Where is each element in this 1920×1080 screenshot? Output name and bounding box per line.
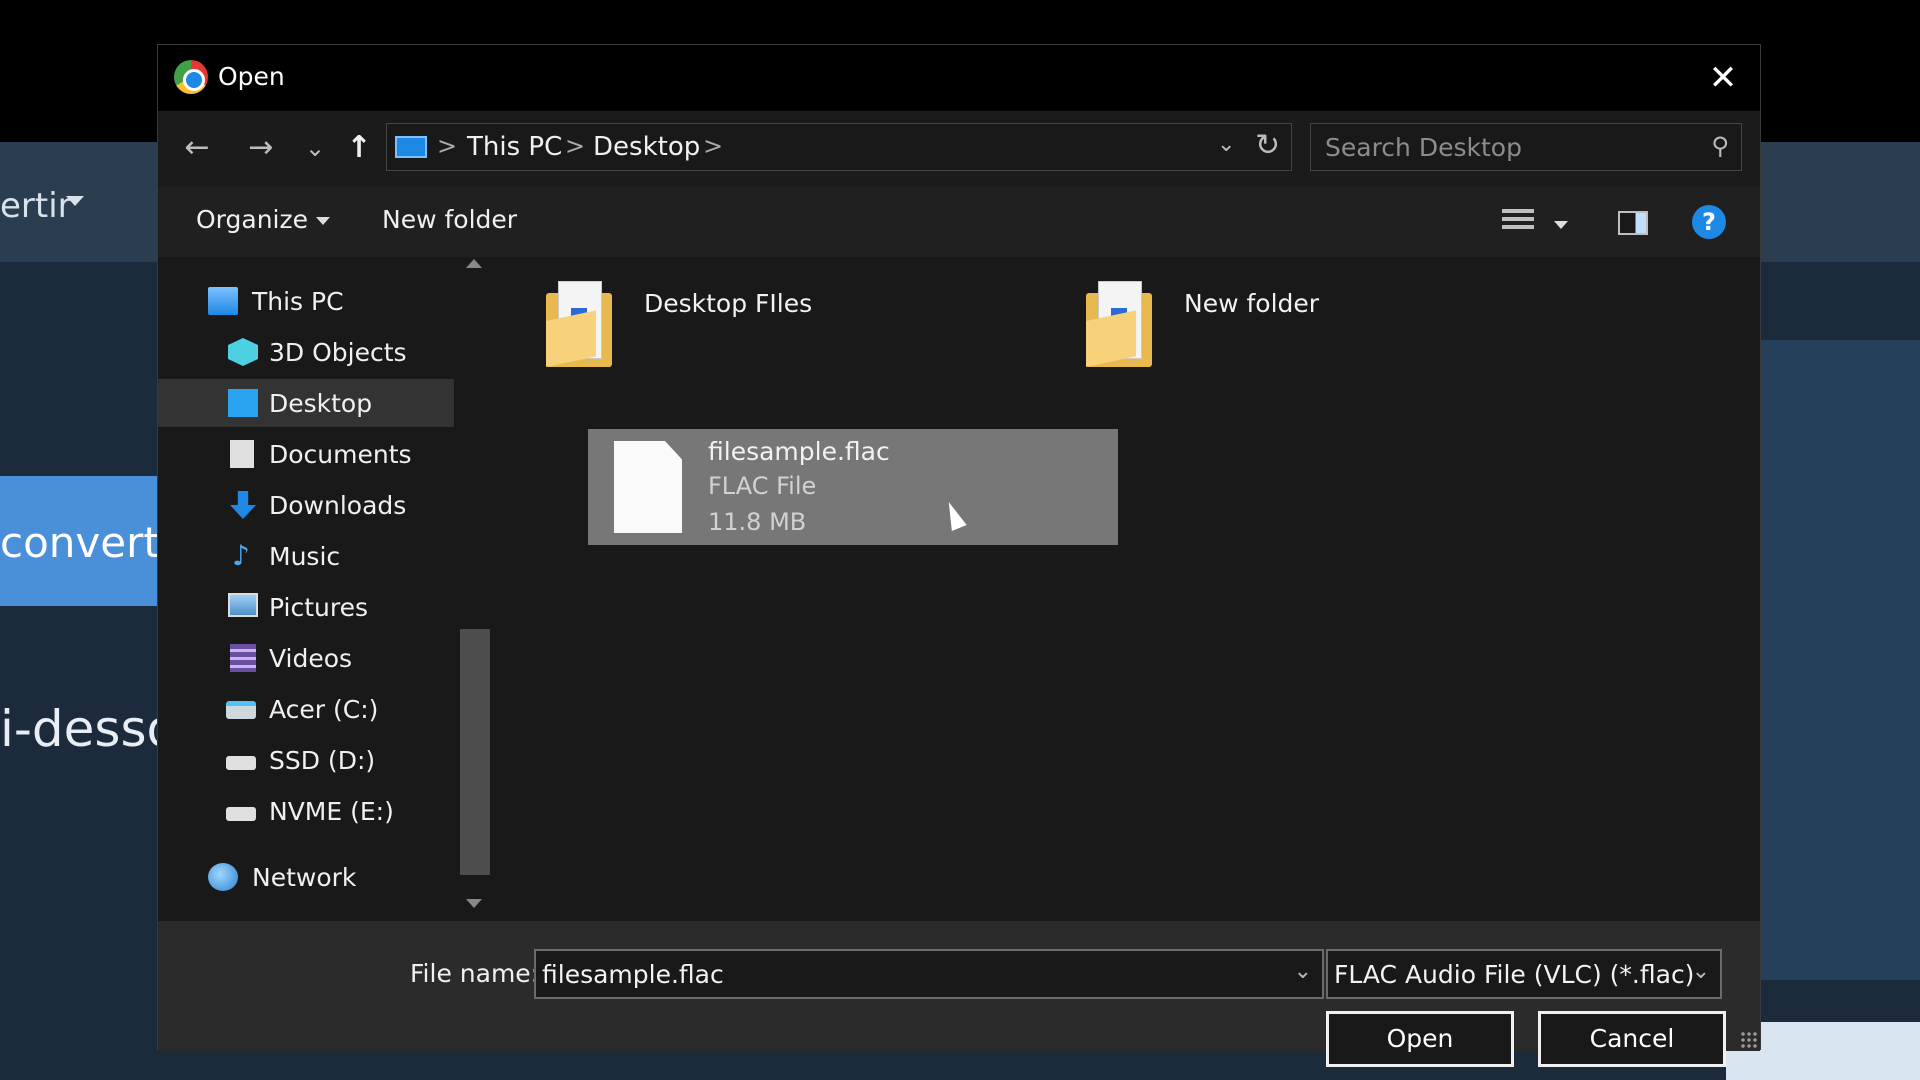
file-name: Desktop FIles — [644, 289, 813, 318]
forward-arrow-icon[interactable]: → — [240, 127, 282, 169]
desktop-icon — [228, 389, 258, 417]
this-pc-icon — [395, 136, 427, 158]
recent-locations-icon[interactable]: ⌄ — [294, 127, 336, 169]
search-box[interactable]: ⚲ — [1310, 123, 1742, 171]
sidebar-item-label: Videos — [269, 644, 353, 673]
breadcrumb-separator-icon: > — [437, 132, 458, 160]
chevron-down-icon — [316, 217, 330, 225]
sidebar-item-nvme-e[interactable]: NVME (E:) — [158, 787, 454, 835]
sidebar-item-label: Network — [252, 863, 357, 892]
open-file-dialog: Open ✕ ← → ⌄ ↑ > This PC > Desktop > ⌄ ↻… — [157, 44, 1761, 1067]
search-input[interactable] — [1311, 124, 1691, 170]
search-icon[interactable]: ⚲ — [1711, 132, 1729, 160]
chrome-app-icon — [174, 60, 208, 94]
navigation-bar: ← → ⌄ ↑ > This PC > Desktop > ⌄ ↻ ⚲ — [158, 111, 1760, 187]
file-type-select[interactable]: FLAC Audio File (VLC) (*.flac) ⌄ — [1326, 949, 1722, 999]
refresh-icon[interactable]: ↻ — [1255, 128, 1280, 163]
videos-icon — [230, 644, 256, 672]
breadcrumb-separator-icon[interactable]: > — [703, 132, 723, 160]
chevron-down-icon[interactable]: ⌄ — [1294, 959, 1312, 984]
chevron-down-icon[interactable]: ⌄ — [1692, 959, 1710, 984]
sidebar-item-ssd-d[interactable]: SSD (D:) — [158, 736, 454, 784]
change-view-icon[interactable] — [1502, 209, 1534, 239]
file-list: Desktop FIles New folder filesample.flac… — [494, 257, 1760, 921]
new-folder-button[interactable]: New folder — [382, 205, 517, 234]
sidebar-item-videos[interactable]: Videos — [158, 634, 454, 682]
drive-icon — [226, 701, 256, 719]
breadcrumb-desktop[interactable]: Desktop — [593, 132, 700, 162]
background-side-panel — [1760, 340, 1920, 980]
sidebar-item-pictures[interactable]: Pictures — [158, 583, 454, 631]
sidebar-item-this-pc[interactable]: This PC — [158, 277, 454, 325]
file-name-input[interactable] — [536, 951, 1276, 997]
sidebar-item-label: NVME (E:) — [269, 797, 394, 826]
file-type: FLAC File — [708, 472, 817, 500]
scroll-down-icon[interactable] — [466, 899, 482, 908]
cancel-button[interactable]: Cancel — [1538, 1011, 1726, 1067]
folder-item-new-folder[interactable]: New folder — [1064, 269, 1594, 385]
sidebar-item-3d-objects[interactable]: 3D Objects — [158, 328, 454, 376]
drive-icon — [226, 807, 256, 821]
sidebar-item-downloads[interactable]: Downloads — [158, 481, 454, 529]
sidebar-item-label: 3D Objects — [269, 338, 407, 367]
folder-icon — [1086, 281, 1152, 367]
organize-button[interactable]: Organize — [196, 205, 330, 234]
downloads-icon — [230, 491, 256, 519]
sidebar-item-label: Pictures — [269, 593, 368, 622]
sidebar-item-acer-c[interactable]: Acer (C:) — [158, 685, 454, 733]
command-toolbar: Organize New folder ? — [158, 187, 1760, 257]
sidebar-item-label: SSD (D:) — [269, 746, 376, 775]
scrollbar-thumb[interactable] — [460, 629, 490, 875]
sidebar-item-network[interactable]: Network — [158, 853, 454, 901]
open-button[interactable]: Open — [1326, 1011, 1514, 1067]
music-icon: ♪ — [232, 539, 250, 572]
pictures-icon — [228, 593, 258, 617]
this-pc-icon — [208, 287, 238, 315]
organize-label: Organize — [196, 205, 308, 234]
documents-icon — [230, 440, 254, 468]
back-arrow-icon[interactable]: ← — [176, 127, 218, 169]
sidebar-item-label: Desktop — [269, 389, 373, 418]
breadcrumb-this-pc[interactable]: This PC — [467, 132, 562, 162]
sidebar-item-documents[interactable]: Documents — [158, 430, 454, 478]
sidebar-item-label: Documents — [269, 440, 412, 469]
up-arrow-icon[interactable]: ↑ — [338, 127, 380, 169]
file-item-filesample-flac[interactable]: filesample.flac FLAC File 11.8 MB — [588, 429, 1118, 545]
view-options-chevron-icon[interactable] — [1554, 221, 1568, 229]
sidebar-item-label: Music — [269, 542, 341, 571]
navigation-pane: This PC 3D Objects Desktop Documents Dow… — [158, 257, 494, 921]
file-icon — [614, 441, 682, 533]
sidebar-scrollbar[interactable] — [454, 257, 494, 921]
file-name: New folder — [1184, 289, 1320, 318]
file-name-label: File name: — [410, 959, 540, 988]
sidebar-item-music[interactable]: ♪ Music — [158, 532, 454, 580]
folder-item-desktop-files[interactable]: Desktop FIles — [524, 269, 1054, 385]
file-type-value: FLAC Audio File (VLC) (*.flac) — [1334, 960, 1695, 989]
address-bar[interactable]: > This PC > Desktop > ⌄ ↻ — [386, 123, 1292, 171]
sidebar-item-label: Downloads — [269, 491, 407, 520]
background-nav-caret-icon — [66, 196, 84, 206]
folder-icon — [546, 281, 612, 367]
3d-objects-icon — [228, 338, 258, 366]
sidebar-item-label: Acer (C:) — [269, 695, 379, 724]
scroll-up-icon[interactable] — [466, 259, 482, 268]
breadcrumb-separator-icon: > — [565, 132, 586, 160]
sidebar-item-label: This PC — [252, 287, 344, 316]
file-name: filesample.flac — [708, 437, 890, 466]
drive-icon — [226, 756, 256, 770]
network-icon — [208, 863, 238, 891]
dialog-title: Open — [218, 62, 285, 91]
file-name-combobox[interactable]: ⌄ — [534, 949, 1324, 999]
sidebar-item-desktop[interactable]: Desktop — [158, 379, 454, 427]
background-nav-menu: ertir — [0, 186, 72, 226]
dialog-footer: File name: ⌄ FLAC Audio File (VLC) (*.fl… — [158, 921, 1760, 1067]
preview-pane-icon[interactable] — [1618, 211, 1648, 235]
dialog-title-bar: Open ✕ — [158, 45, 1760, 111]
close-button[interactable]: ✕ — [1700, 55, 1746, 101]
resize-grip-icon[interactable] — [1740, 1031, 1758, 1049]
address-dropdown-icon[interactable]: ⌄ — [1217, 132, 1235, 157]
help-icon[interactable]: ? — [1692, 205, 1726, 239]
file-size: 11.8 MB — [708, 508, 807, 536]
